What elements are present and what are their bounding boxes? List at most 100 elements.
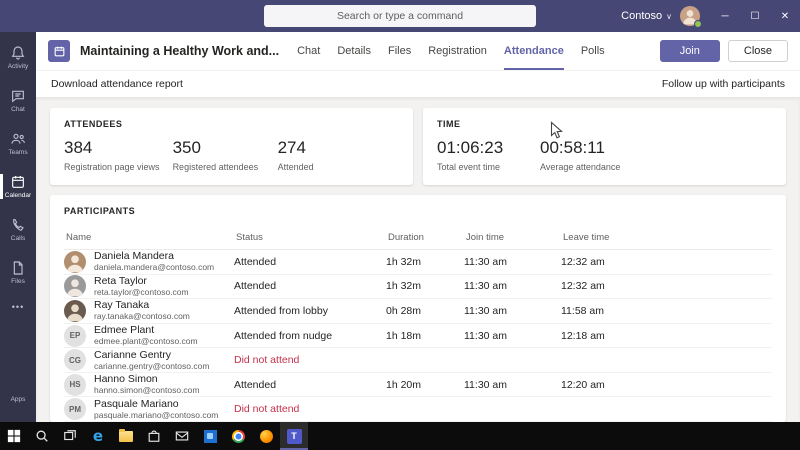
column-header-duration: Duration [386, 232, 464, 243]
windows-taskbar: e T [0, 422, 800, 450]
person-photo-icon [64, 275, 86, 297]
attendance-content: ATTENDEES 384 Registration page views 35… [36, 97, 800, 422]
tab-files[interactable]: Files [388, 32, 411, 70]
org-menu[interactable]: Contoso ∨ [613, 10, 680, 22]
stat-label: Average attendance [540, 162, 620, 172]
task-view-icon[interactable] [56, 422, 84, 450]
attendees-card-title: ATTENDEES [64, 119, 399, 129]
store-icon[interactable] [140, 422, 168, 450]
teams-icon [10, 131, 26, 147]
attendees-card: ATTENDEES 384 Registration page views 35… [50, 108, 413, 185]
sidebar-item-teams[interactable]: Teams [0, 122, 36, 165]
task-view-icon [63, 429, 77, 443]
calendar-icon [10, 174, 26, 190]
sidebar-item-apps[interactable]: Apps [0, 384, 36, 414]
tab-attendance[interactable]: Attendance [504, 32, 564, 70]
sidebar-item-activity[interactable]: Activity [0, 36, 36, 79]
status-cell: Attended [234, 280, 386, 292]
stat-label: Attended [278, 162, 370, 172]
join-time-cell: 11:30 am [464, 305, 561, 317]
start-button[interactable] [0, 422, 28, 450]
sidebar-item-calendar[interactable]: Calendar [0, 165, 36, 208]
maximize-button[interactable]: ☐ [740, 0, 770, 32]
sidebar-item-label: Apps [11, 396, 26, 403]
app-sidebar: Activity Chat Teams Calendar Calls Files [0, 32, 36, 422]
user-avatar[interactable] [680, 6, 700, 26]
duration-cell: 1h 18m [386, 330, 464, 342]
org-name: Contoso [621, 10, 662, 22]
presence-dot [694, 20, 702, 28]
table-row[interactable]: CG Carianne Gentrycarianne.gentry@contos… [64, 348, 772, 373]
table-row[interactable]: Reta Taylorreta.taylor@contoso.com Atten… [64, 275, 772, 300]
status-cell: Attended [234, 256, 386, 268]
follow-up-button[interactable]: Follow up with participants [662, 78, 785, 90]
table-row[interactable]: HS Hanno Simonhanno.simon@contoso.com At… [64, 373, 772, 398]
participant-name: Edmee Plant [94, 325, 198, 336]
chat-icon [10, 88, 26, 104]
participant-email: edmee.plant@contoso.com [94, 337, 198, 346]
sidebar-item-calls[interactable]: Calls [0, 208, 36, 251]
table-row[interactable]: Ray Tanakaray.tanaka@contoso.com Attende… [64, 299, 772, 324]
join-button[interactable]: Join [660, 40, 720, 62]
download-report-button[interactable]: Download attendance report [51, 78, 183, 90]
leave-time-cell: 12:18 am [561, 330, 772, 342]
taskbar-search-icon[interactable] [28, 422, 56, 450]
status-cell: Attended [234, 379, 386, 391]
time-card: TIME 01:06:23 Total event time 00:58:11 … [423, 108, 786, 185]
file-explorer-icon[interactable] [112, 422, 140, 450]
mail-icon[interactable] [168, 422, 196, 450]
participant-avatar: PM [64, 398, 86, 420]
tab-polls[interactable]: Polls [581, 32, 605, 70]
page-title: Maintaining a Healthy Work and... [80, 44, 279, 58]
tab-details[interactable]: Details [337, 32, 371, 70]
participant-email: pasquale.mariano@contoso.com [94, 411, 218, 420]
chevron-down-icon: ∨ [666, 12, 672, 21]
close-window-button[interactable]: ✕ [770, 0, 800, 32]
stat-value: 01:06:23 [437, 138, 512, 158]
titlebar: Contoso ∨ ─ ☐ ✕ [0, 0, 800, 32]
duration-cell: 1h 20m [386, 379, 464, 391]
sidebar-item-chat[interactable]: Chat [0, 79, 36, 122]
chrome-icon[interactable] [224, 422, 252, 450]
stat-value: 00:58:11 [540, 138, 620, 158]
status-cell: Did not attend [234, 403, 386, 415]
participant-name: Hanno Simon [94, 374, 200, 385]
table-row[interactable]: Daniela Manderadaniela.mandera@contoso.c… [64, 250, 772, 275]
stat-value: 384 [64, 138, 160, 158]
tab-registration[interactable]: Registration [428, 32, 487, 70]
tab-chat[interactable]: Chat [297, 32, 320, 70]
calendar-event-icon [53, 45, 66, 58]
attendance-actionbar: Download attendance report Follow up wit… [36, 70, 800, 97]
close-meeting-button[interactable]: Close [728, 40, 788, 62]
participants-card-title: PARTICIPANTS [64, 206, 772, 216]
participant-name: Daniela Mandera [94, 251, 214, 262]
participant-name: Pasquale Mariano [94, 399, 218, 410]
sidebar-item-files[interactable]: Files [0, 251, 36, 294]
edge-icon[interactable]: e [84, 422, 112, 450]
participant-avatar [64, 251, 86, 273]
duration-cell: 1h 32m [386, 256, 464, 268]
teams-window: Contoso ∨ ─ ☐ ✕ Activity Chat [0, 0, 800, 450]
person-photo-icon [64, 300, 86, 322]
teams-taskbar-icon[interactable]: T [280, 422, 308, 450]
photos-icon[interactable] [196, 422, 224, 450]
leave-time-cell: 12:32 am [561, 256, 772, 268]
sidebar-item-label: Chat [11, 106, 25, 113]
person-photo-icon [64, 251, 86, 273]
participant-avatar [64, 275, 86, 297]
participant-avatar: EP [64, 325, 86, 347]
status-cell: Did not attend [234, 354, 386, 366]
participant-avatar: CG [64, 349, 86, 371]
sidebar-item-more[interactable]: ••• [0, 294, 36, 320]
phone-icon [10, 217, 26, 233]
participant-avatar [64, 300, 86, 322]
minimize-button[interactable]: ─ [710, 0, 740, 32]
status-cell: Attended from nudge [234, 330, 386, 342]
event-icon [48, 40, 70, 62]
table-row[interactable]: PM Pasquale Marianopasquale.mariano@cont… [64, 397, 772, 422]
table-row[interactable]: EP Edmee Plantedmee.plant@contoso.com At… [64, 324, 772, 349]
column-header-status: Status [234, 232, 386, 243]
envelope-icon [175, 429, 189, 443]
firefox-icon[interactable] [252, 422, 280, 450]
search-input[interactable] [264, 5, 536, 27]
